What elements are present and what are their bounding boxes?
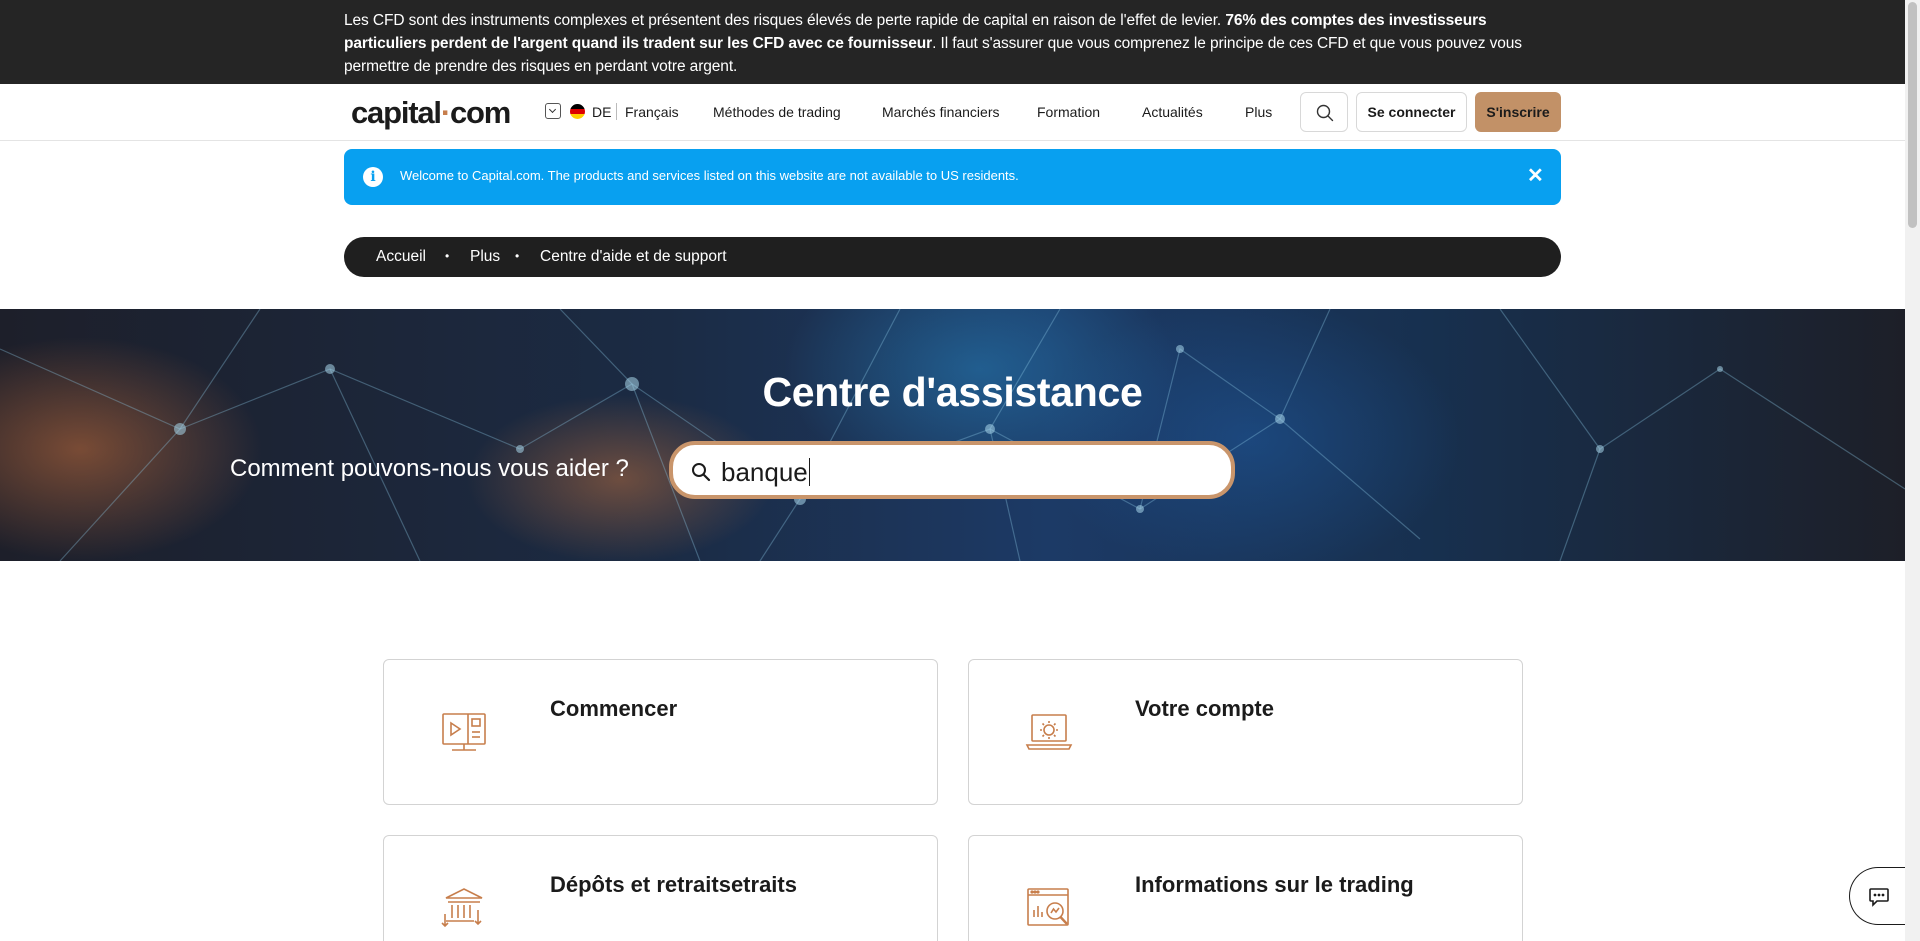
scrollbar-thumb[interactable] xyxy=(1908,2,1917,228)
breadcrumb-item-plus[interactable]: Plus xyxy=(470,248,500,266)
category-card-informations-trading[interactable]: Informations sur le trading xyxy=(968,835,1523,941)
site-header: capital·com DE Français Méthodes de trad… xyxy=(0,84,1905,141)
category-card-commencer[interactable]: Commencer xyxy=(383,659,938,805)
risk-warning-banner: Les CFD sont des instruments complexes e… xyxy=(0,0,1905,84)
language-divider xyxy=(616,103,617,120)
page-title: Centre d'assistance xyxy=(762,369,1143,415)
presentation-screen-icon xyxy=(442,713,486,751)
nav-plus[interactable]: Plus xyxy=(1245,104,1272,120)
text-caret xyxy=(808,458,811,486)
category-card-votre-compte[interactable]: Votre compte xyxy=(968,659,1523,805)
nav-methodes-de-trading[interactable]: Méthodes de trading xyxy=(713,104,841,120)
chat-bubble-icon xyxy=(1869,888,1889,907)
nav-formation[interactable]: Formation xyxy=(1037,104,1100,120)
breadcrumb-separator: • xyxy=(445,249,450,263)
card-title: Commencer xyxy=(550,696,678,721)
network-background-image xyxy=(0,309,1905,561)
search-input-value[interactable]: banque xyxy=(721,457,811,488)
chart-magnifier-icon xyxy=(1027,888,1069,926)
us-residents-notice: i Welcome to Capital.com. The products a… xyxy=(344,149,1561,205)
nav-actualites[interactable]: Actualités xyxy=(1142,104,1203,120)
chevron-down-icon[interactable] xyxy=(545,103,561,119)
breadcrumb: Accueil • Plus • Centre d'aide et de sup… xyxy=(344,237,1561,277)
help-center-hero: Centre d'assistance Comment pouvons-nous… xyxy=(0,309,1905,561)
breadcrumb-separator: • xyxy=(515,249,520,263)
card-title: Dépôts et retraitsetraits xyxy=(550,872,797,897)
laptop-gear-icon xyxy=(1025,714,1073,750)
bank-icon xyxy=(441,888,483,928)
nav-marches-financiers[interactable]: Marchés financiers xyxy=(882,104,1000,120)
info-icon: i xyxy=(363,167,383,187)
breadcrumb-item-accueil[interactable]: Accueil xyxy=(376,248,426,266)
germany-flag-icon[interactable] xyxy=(570,104,585,119)
language-selector[interactable]: Français xyxy=(625,104,679,120)
search-button[interactable] xyxy=(1300,92,1348,132)
capital-com-logo[interactable]: capital·com xyxy=(351,96,511,130)
notice-message: Welcome to Capital.com. The products and… xyxy=(400,168,1019,183)
chat-support-button[interactable] xyxy=(1849,867,1905,925)
search-icon xyxy=(692,463,711,482)
signup-button[interactable]: S'inscrire xyxy=(1475,92,1561,132)
search-icon xyxy=(1316,104,1334,122)
category-card-depots-retraits[interactable]: Dépôts et retraitsetraits xyxy=(383,835,938,941)
search-prompt: Comment pouvons-nous vous aider ? xyxy=(230,455,629,482)
page-scrollbar[interactable] xyxy=(1905,0,1920,941)
close-icon[interactable]: ✕ xyxy=(1527,164,1544,188)
help-search-input[interactable]: banque xyxy=(669,441,1235,499)
risk-warning-text: Les CFD sont des instruments complexes e… xyxy=(344,12,1522,75)
breadcrumb-item-current: Centre d'aide et de support xyxy=(540,248,727,265)
region-code[interactable]: DE xyxy=(592,104,611,120)
card-title: Votre compte xyxy=(1135,696,1274,721)
login-button[interactable]: Se connecter xyxy=(1356,92,1467,132)
card-title: Informations sur le trading xyxy=(1135,872,1414,897)
